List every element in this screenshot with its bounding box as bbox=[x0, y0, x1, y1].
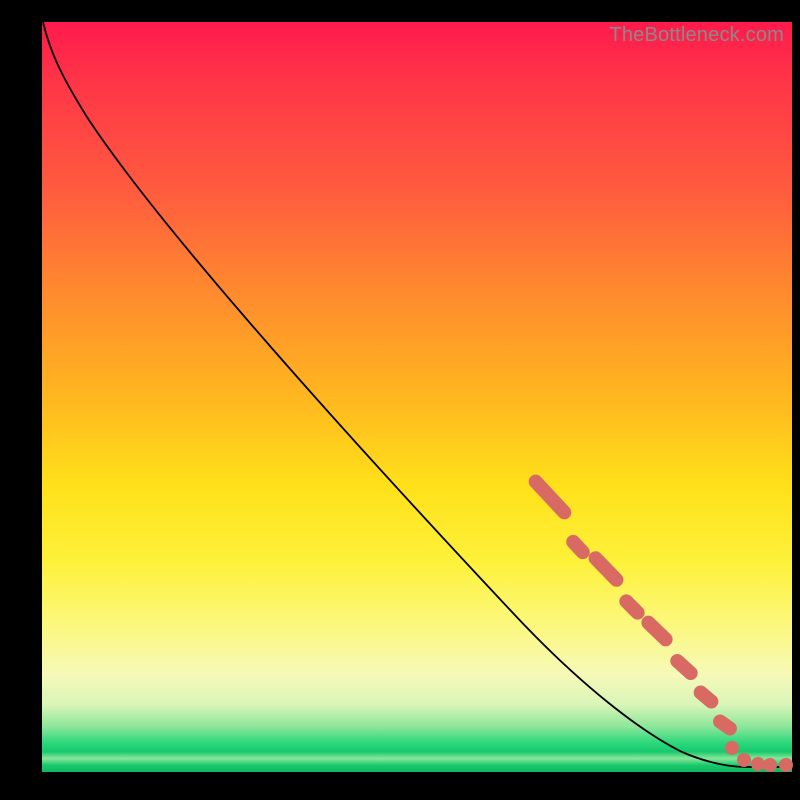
chart-frame: TheBottleneck.com bbox=[0, 0, 800, 800]
plot-area: TheBottleneck.com bbox=[42, 22, 792, 772]
marker-pills bbox=[526, 472, 740, 738]
chart-svg bbox=[42, 22, 792, 772]
